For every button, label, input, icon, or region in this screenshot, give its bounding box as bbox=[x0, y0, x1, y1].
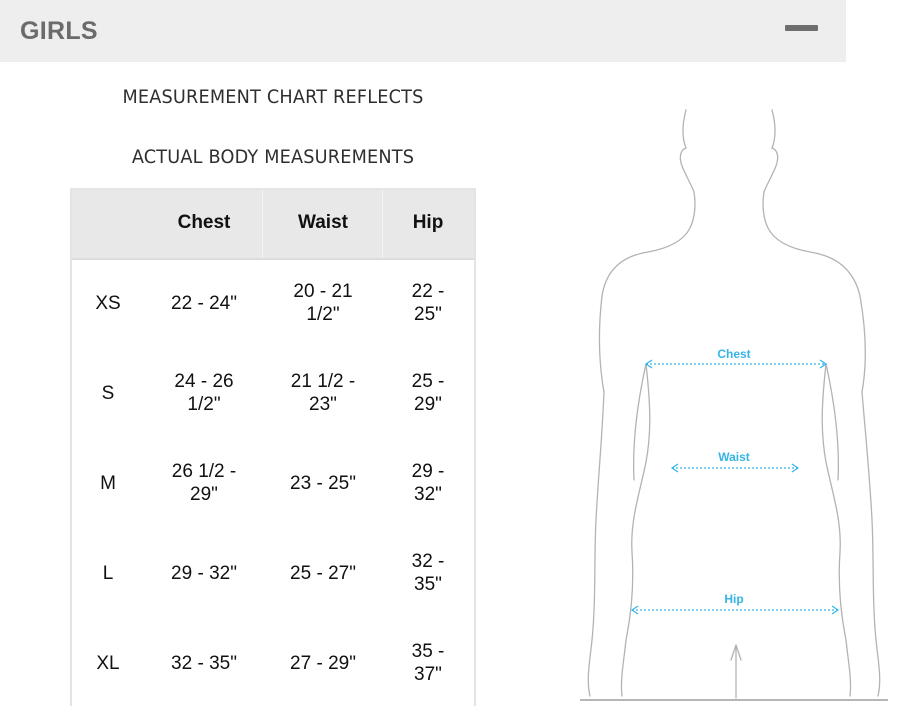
column-header-hip: Hip bbox=[412, 212, 444, 233]
chest-label: Chest bbox=[717, 347, 750, 361]
column-header-chest: Chest bbox=[177, 212, 231, 233]
section-title: GIRLS bbox=[20, 17, 98, 45]
column-divider bbox=[382, 190, 383, 258]
hip-label: Hip bbox=[724, 592, 743, 606]
waist-cell: 20 - 21 1/2" bbox=[293, 281, 353, 325]
hip-cell: 22 - 25" bbox=[411, 281, 445, 325]
waist-label: Waist bbox=[718, 450, 750, 464]
size-cell: XS bbox=[95, 292, 121, 314]
waist-cell: 27 - 29" bbox=[290, 652, 356, 674]
column-header-waist: Waist bbox=[298, 212, 348, 233]
hip-cell: 32 - 35" bbox=[411, 551, 445, 595]
table-row: XL 32 - 35" 27 - 29" 35 - 37" bbox=[72, 618, 474, 706]
size-guide-page: GIRLS MEASUREMENT CHART REFLECTS ACTUAL … bbox=[0, 0, 912, 706]
chest-cell: 32 - 35" bbox=[171, 652, 237, 674]
chest-cell: 22 - 24" bbox=[171, 292, 237, 314]
column-divider bbox=[262, 190, 263, 258]
waist-cell: 21 1/2 - 23" bbox=[290, 371, 356, 415]
size-cell: XL bbox=[96, 652, 120, 674]
measure-arrows bbox=[630, 359, 840, 615]
chest-cell: 29 - 32" bbox=[171, 562, 237, 584]
table-row: L 29 - 32" 25 - 27" 32 - 35" bbox=[72, 528, 474, 618]
hip-cell: 35 - 37" bbox=[411, 641, 445, 685]
table-row: S 24 - 26 1/2" 21 1/2 - 23" 25 - 29" bbox=[72, 348, 474, 438]
size-cell: M bbox=[100, 472, 116, 494]
minus-icon[interactable] bbox=[785, 25, 818, 31]
table-header-row: Chest Waist Hip bbox=[72, 190, 474, 260]
chest-cell: 26 1/2 - 29" bbox=[171, 461, 237, 505]
chart-heading-line2: ACTUAL BODY MEASUREMENTS bbox=[131, 146, 415, 168]
table-row: M 26 1/2 - 29" 23 - 25" 29 - 32" bbox=[72, 438, 474, 528]
body-silhouette-svg: Chest Waist Hip bbox=[580, 109, 888, 701]
girls-section-header[interactable]: GIRLS bbox=[0, 0, 846, 62]
hip-cell: 29 - 32" bbox=[411, 461, 445, 505]
size-cell: L bbox=[102, 562, 114, 584]
hip-cell: 25 - 29" bbox=[411, 371, 445, 415]
table-row: XS 22 - 24" 20 - 21 1/2" 22 - 25" bbox=[72, 258, 474, 348]
chest-cell: 24 - 26 1/2" bbox=[174, 371, 234, 415]
waist-cell: 25 - 27" bbox=[290, 562, 356, 584]
size-table: Chest Waist Hip XS 22 - 24" 20 - 21 1/2"… bbox=[70, 188, 476, 706]
size-cell: S bbox=[101, 382, 115, 404]
waist-cell: 23 - 25" bbox=[290, 472, 356, 494]
chart-heading-line1: MEASUREMENT CHART REFLECTS bbox=[122, 86, 424, 108]
body-measurement-figure: Chest Waist Hip bbox=[576, 100, 896, 706]
measure-lines bbox=[632, 363, 838, 611]
